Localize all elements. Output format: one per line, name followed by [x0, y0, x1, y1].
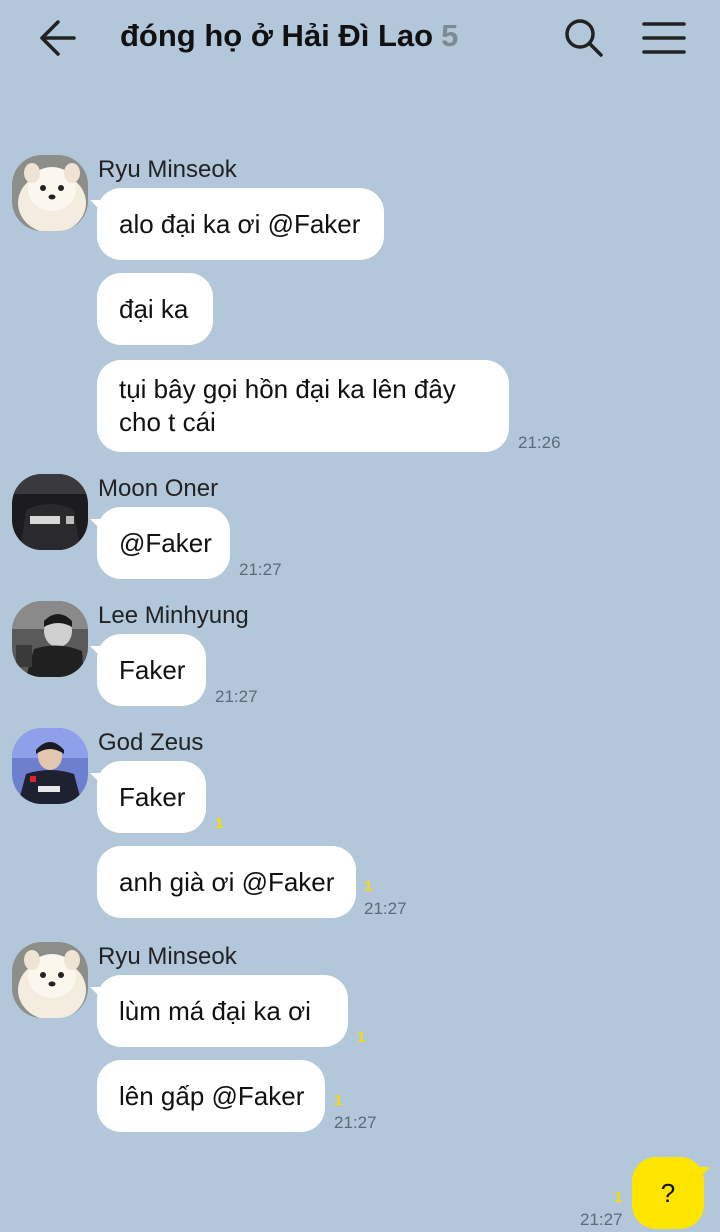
pomeranian-dog-avatar[interactable] [12, 942, 88, 1018]
back-arrow-icon[interactable] [36, 18, 80, 58]
player-jersey-avatar[interactable] [12, 474, 88, 550]
chat-header: đóng họ ở Hải Đì Lao 5 [0, 0, 720, 78]
hamburger-menu-icon[interactable] [642, 20, 686, 56]
unread-count: 1 [614, 1189, 623, 1206]
sender-name: Moon Oner [98, 475, 219, 502]
message-bubble[interactable]: alo đại ka ơi @Faker [90, 188, 384, 260]
player-team-jersey-avatar[interactable] [12, 728, 88, 804]
unread-count: 1 [334, 1092, 343, 1109]
message-time: 21:26 [518, 433, 561, 452]
pomeranian-dog-avatar[interactable] [12, 155, 88, 231]
chat-title: đóng họ ở Hải Đì Lao 5 [120, 18, 458, 60]
sender-name: Ryu Minseok [98, 156, 237, 183]
player-photo-avatar[interactable] [12, 601, 88, 677]
message-time: 21:27 [580, 1210, 623, 1229]
message-bubble[interactable]: lên gấp @Faker [97, 1060, 325, 1132]
message-bubble[interactable]: tụi bây gọi hồn đại ka lên đây cho t cái [97, 360, 509, 452]
message-bubble[interactable]: anh già ơi @Faker [97, 846, 356, 918]
sender-name: Ryu Minseok [98, 943, 237, 970]
unread-count: 1 [364, 878, 373, 895]
message-time: 21:27 [364, 899, 407, 918]
message-bubble[interactable]: đại ka [97, 273, 213, 345]
message-time: 21:27 [215, 687, 258, 706]
member-count: 5 [441, 18, 459, 53]
message-bubble[interactable]: Faker [90, 634, 206, 706]
sender-name: God Zeus [98, 729, 204, 756]
message-bubble[interactable]: lùm má đại ka ơi [90, 975, 348, 1047]
sender-name: Lee Minhyung [98, 602, 249, 629]
search-icon[interactable] [562, 16, 606, 60]
message-time: 21:27 [239, 560, 282, 579]
message-bubble[interactable]: @Faker [90, 507, 230, 579]
message-bubble[interactable]: Faker [90, 761, 206, 833]
my-message-bubble[interactable]: ? [632, 1157, 710, 1229]
unread-count: 1 [357, 1029, 366, 1046]
chat-room-name: đóng họ ở Hải Đì Lao [120, 18, 434, 53]
unread-count: 1 [215, 815, 224, 832]
message-time: 21:27 [334, 1113, 377, 1132]
